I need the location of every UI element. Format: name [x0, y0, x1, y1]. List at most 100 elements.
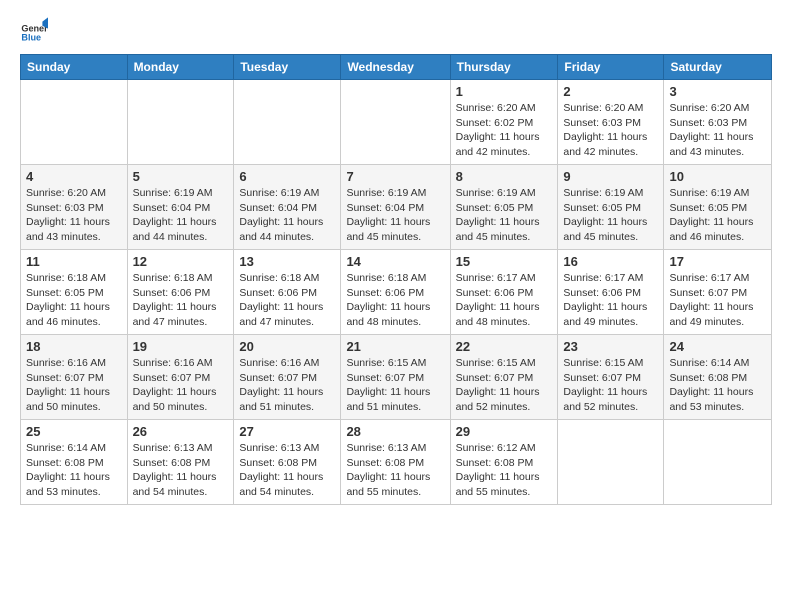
calendar-cell: [341, 80, 450, 165]
calendar-cell: 26Sunrise: 6:13 AMSunset: 6:08 PMDayligh…: [127, 420, 234, 505]
col-header-sunday: Sunday: [21, 55, 128, 80]
calendar-cell: 6Sunrise: 6:19 AMSunset: 6:04 PMDaylight…: [234, 165, 341, 250]
day-info: Sunset: 6:04 PM: [346, 201, 444, 216]
calendar-cell: 28Sunrise: 6:13 AMSunset: 6:08 PMDayligh…: [341, 420, 450, 505]
day-number: 21: [346, 339, 444, 354]
day-number: 10: [669, 169, 766, 184]
day-info: Sunrise: 6:14 AM: [26, 441, 122, 456]
day-info: Daylight: 11 hours and 42 minutes.: [563, 130, 658, 159]
day-info: Sunrise: 6:18 AM: [346, 271, 444, 286]
day-info: Sunset: 6:06 PM: [346, 286, 444, 301]
day-info: Sunrise: 6:20 AM: [456, 101, 553, 116]
day-info: Sunset: 6:07 PM: [133, 371, 229, 386]
calendar-cell: 15 Sunrise: 6:17 AMSunset: 6:06 PMDayligh…: [450, 250, 558, 335]
calendar-cell: 20Sunrise: 6:16 AMSunset: 6:07 PMDayligh…: [234, 335, 341, 420]
calendar-cell: [21, 80, 128, 165]
col-header-friday: Friday: [558, 55, 664, 80]
day-info: Sunset: 6:07 PM: [669, 286, 766, 301]
day-number: 5: [133, 169, 229, 184]
calendar-cell: 8Sunrise: 6:19 AMSunset: 6:05 PMDaylight…: [450, 165, 558, 250]
day-info: Daylight: 11 hours and 53 minutes.: [26, 470, 122, 499]
day-info: Sunset: 6:08 PM: [26, 456, 122, 471]
day-info: Sunset: 6:08 PM: [239, 456, 335, 471]
day-info: Sunrise: 6:19 AM: [133, 186, 229, 201]
day-info: Daylight: 11 hours and 54 minutes.: [133, 470, 229, 499]
calendar-cell: 1 Sunrise: 6:20 AMSunset: 6:02 PMDaylight…: [450, 80, 558, 165]
day-info: Daylight: 11 hours and 45 minutes.: [456, 215, 553, 244]
day-info: Daylight: 11 hours and 42 minutes.: [456, 130, 553, 159]
day-info: Daylight: 11 hours and 45 minutes.: [346, 215, 444, 244]
day-info: Sunrise: 6:19 AM: [346, 186, 444, 201]
day-number: 26: [133, 424, 229, 439]
day-info: Sunrise: 6:13 AM: [239, 441, 335, 456]
day-number: 16: [563, 254, 658, 269]
calendar-cell: 22Sunrise: 6:15 AMSunset: 6:07 PMDayligh…: [450, 335, 558, 420]
day-info: Daylight: 11 hours and 51 minutes.: [239, 385, 335, 414]
calendar-cell: [127, 80, 234, 165]
day-info: Daylight: 11 hours and 45 minutes.: [563, 215, 658, 244]
day-number: 1: [456, 84, 553, 99]
day-number: 14: [346, 254, 444, 269]
day-number: 9: [563, 169, 658, 184]
day-info: Sunrise: 6:20 AM: [669, 101, 766, 116]
week-row-5: 25Sunrise: 6:14 AMSunset: 6:08 PMDayligh…: [21, 420, 772, 505]
calendar-cell: [558, 420, 664, 505]
calendar-cell: 7 Sunrise: 6:19 AMSunset: 6:04 PMDaylight…: [341, 165, 450, 250]
day-number: 23: [563, 339, 658, 354]
calendar-cell: 4Sunrise: 6:20 AMSunset: 6:03 PMDaylight…: [21, 165, 128, 250]
day-number: 7: [346, 169, 444, 184]
day-info: Sunset: 6:05 PM: [563, 201, 658, 216]
day-info: Sunrise: 6:16 AM: [26, 356, 122, 371]
day-number: 15: [456, 254, 553, 269]
day-info: Sunrise: 6:19 AM: [563, 186, 658, 201]
week-row-1: 1Sunrise: 6:20 AMSunset: 6:02 PMDaylight…: [21, 80, 772, 165]
day-info: Sunset: 6:03 PM: [563, 116, 658, 131]
calendar-cell: 10Sunrise: 6:19 AMSunset: 6:05 PMDayligh…: [664, 165, 772, 250]
day-number: 8: [456, 169, 553, 184]
calendar-cell: 17Sunrise: 6:17 AMSunset: 6:07 PMDayligh…: [664, 250, 772, 335]
day-info: Sunset: 6:07 PM: [239, 371, 335, 386]
col-header-thursday: Thursday: [450, 55, 558, 80]
logo: General Blue: [20, 16, 52, 44]
day-info: Sunset: 6:04 PM: [133, 201, 229, 216]
calendar-cell: 24Sunrise: 6:14 AMSunset: 6:08 PMDayligh…: [664, 335, 772, 420]
day-info: Sunrise: 6:18 AM: [133, 271, 229, 286]
header: General Blue: [20, 16, 772, 44]
day-info: Sunset: 6:06 PM: [563, 286, 658, 301]
day-info: Sunrise: 6:17 AM: [456, 271, 553, 286]
calendar-cell: 27Sunrise: 6:13 AMSunset: 6:08 PMDayligh…: [234, 420, 341, 505]
day-info: Daylight: 11 hours and 43 minutes.: [669, 130, 766, 159]
calendar-cell: 11Sunrise: 6:18 AMSunset: 6:05 PMDayligh…: [21, 250, 128, 335]
day-number: 17: [669, 254, 766, 269]
day-info: Daylight: 11 hours and 50 minutes.: [26, 385, 122, 414]
day-info: Sunset: 6:03 PM: [26, 201, 122, 216]
day-info: Sunrise: 6:17 AM: [563, 271, 658, 286]
day-number: 18: [26, 339, 122, 354]
day-info: Sunset: 6:02 PM: [456, 116, 553, 131]
week-row-2: 4Sunrise: 6:20 AMSunset: 6:03 PMDaylight…: [21, 165, 772, 250]
day-info: Sunrise: 6:14 AM: [669, 356, 766, 371]
day-info: Sunrise: 6:15 AM: [456, 356, 553, 371]
calendar-cell: 29Sunrise: 6:12 AMSunset: 6:08 PMDayligh…: [450, 420, 558, 505]
day-info: Daylight: 11 hours and 48 minutes.: [456, 300, 553, 329]
day-info: Sunrise: 6:13 AM: [133, 441, 229, 456]
day-info: Daylight: 11 hours and 44 minutes.: [239, 215, 335, 244]
day-info: Sunrise: 6:19 AM: [239, 186, 335, 201]
calendar-header-row: SundayMondayTuesdayWednesdayThursdayFrid…: [21, 55, 772, 80]
day-info: Daylight: 11 hours and 43 minutes.: [26, 215, 122, 244]
calendar-cell: [234, 80, 341, 165]
day-info: Sunset: 6:05 PM: [26, 286, 122, 301]
day-info: Daylight: 11 hours and 44 minutes.: [133, 215, 229, 244]
day-info: Daylight: 11 hours and 49 minutes.: [563, 300, 658, 329]
calendar-cell: 14Sunrise: 6:18 AMSunset: 6:06 PMDayligh…: [341, 250, 450, 335]
calendar-cell: 21Sunrise: 6:15 AMSunset: 6:07 PMDayligh…: [341, 335, 450, 420]
day-info: Sunset: 6:05 PM: [669, 201, 766, 216]
day-info: Sunset: 6:06 PM: [239, 286, 335, 301]
day-info: Daylight: 11 hours and 50 minutes.: [133, 385, 229, 414]
calendar-cell: 13Sunrise: 6:18 AMSunset: 6:06 PMDayligh…: [234, 250, 341, 335]
day-info: Sunset: 6:06 PM: [456, 286, 553, 301]
day-info: Sunset: 6:07 PM: [26, 371, 122, 386]
day-info: Sunset: 6:07 PM: [346, 371, 444, 386]
calendar-cell: 19Sunrise: 6:16 AMSunset: 6:07 PMDayligh…: [127, 335, 234, 420]
day-info: Daylight: 11 hours and 55 minutes.: [456, 470, 553, 499]
